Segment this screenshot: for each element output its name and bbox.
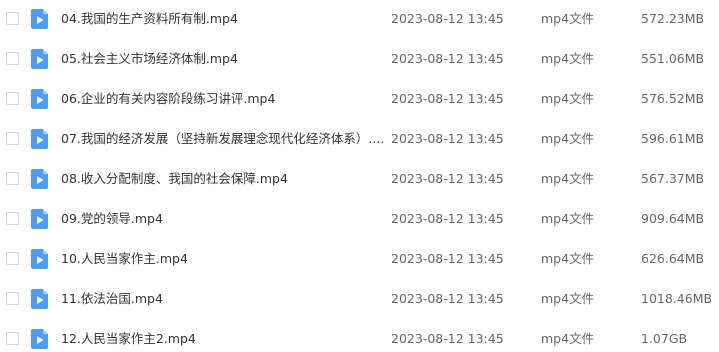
file-modified-date: 2023-08-12 13:45: [391, 291, 504, 306]
file-size: 1018.46MB: [641, 291, 713, 306]
file-name[interactable]: 06.企业的有关内容阶段练习讲评.mp4: [61, 79, 275, 119]
file-row[interactable]: 07.我国的经济发展（坚持新发展理念现代化经济体系）.... 2023-08-12…: [0, 119, 719, 159]
video-file-icon: [31, 329, 48, 349]
file-name[interactable]: 07.我国的经济发展（坚持新发展理念现代化经济体系）....: [61, 119, 384, 159]
video-file-icon: [31, 129, 48, 149]
video-file-icon: [31, 289, 48, 309]
file-checkbox[interactable]: [6, 172, 19, 185]
file-size: 567.37MB: [641, 171, 705, 186]
file-row[interactable]: 12.人民当家作主2.mp4 2023-08-12 13:45 mp4文件 1.07G…: [0, 319, 719, 352]
file-checkbox[interactable]: [6, 212, 19, 225]
file-name[interactable]: 08.收入分配制度、我国的社会保障.mp4: [61, 159, 288, 199]
file-row[interactable]: 10.人民当家作主.mp4 2023-08-12 13:45 mp4文件 626.64…: [0, 239, 719, 279]
file-name[interactable]: 09.党的领导.mp4: [61, 199, 163, 239]
file-size: 572.23MB: [641, 11, 705, 26]
file-type: mp4文件: [541, 211, 595, 226]
video-file-icon: [31, 49, 48, 69]
file-modified-date: 2023-08-12 13:45: [391, 131, 504, 146]
file-modified-date: 2023-08-12 13:45: [391, 171, 504, 186]
file-name[interactable]: 05.社会主义市场经济体制.mp4: [61, 39, 238, 79]
file-type: mp4文件: [541, 51, 595, 66]
file-size: 596.61MB: [641, 131, 705, 146]
file-name[interactable]: 11.依法治国.mp4: [61, 279, 163, 319]
file-type: mp4文件: [541, 251, 595, 266]
file-type: mp4文件: [541, 91, 595, 106]
video-file-icon: [31, 89, 48, 109]
file-checkbox[interactable]: [6, 52, 19, 65]
file-type: mp4文件: [541, 131, 595, 146]
file-row[interactable]: 08.收入分配制度、我国的社会保障.mp4 2023-08-12 13:45 mp4…: [0, 159, 719, 199]
file-row[interactable]: 05.社会主义市场经济体制.mp4 2023-08-12 13:45 mp4文件 55…: [0, 39, 719, 79]
file-type: mp4文件: [541, 291, 595, 306]
file-size: 626.64MB: [641, 251, 705, 266]
video-file-icon: [31, 9, 48, 29]
file-checkbox[interactable]: [6, 252, 19, 265]
file-row[interactable]: 09.党的领导.mp4 2023-08-12 13:45 mp4文件 909.64MB: [0, 199, 719, 239]
file-row[interactable]: 11.依法治国.mp4 2023-08-12 13:45 mp4文件 1018.46M…: [0, 279, 719, 319]
file-row[interactable]: 04.我国的生产资料所有制.mp4 2023-08-12 13:45 mp4文件 57…: [0, 0, 719, 39]
video-file-icon: [31, 209, 48, 229]
file-size: 909.64MB: [641, 211, 705, 226]
file-list: 04.我国的生产资料所有制.mp4 2023-08-12 13:45 mp4文件 57…: [0, 0, 719, 352]
file-modified-date: 2023-08-12 13:45: [391, 11, 504, 26]
file-modified-date: 2023-08-12 13:45: [391, 51, 504, 66]
file-type: mp4文件: [541, 331, 595, 346]
file-row[interactable]: 06.企业的有关内容阶段练习讲评.mp4 2023-08-12 13:45 mp4文…: [0, 79, 719, 119]
file-type: mp4文件: [541, 171, 595, 186]
file-modified-date: 2023-08-12 13:45: [391, 251, 504, 266]
file-name[interactable]: 12.人民当家作主2.mp4: [61, 319, 196, 352]
video-file-icon: [31, 169, 48, 189]
file-name[interactable]: 10.人民当家作主.mp4: [61, 239, 188, 279]
file-checkbox[interactable]: [6, 292, 19, 305]
file-checkbox[interactable]: [6, 132, 19, 145]
file-checkbox[interactable]: [6, 92, 19, 105]
file-name[interactable]: 04.我国的生产资料所有制.mp4: [61, 0, 238, 39]
file-size: 576.52MB: [641, 91, 705, 106]
file-type: mp4文件: [541, 11, 595, 26]
file-checkbox[interactable]: [6, 12, 19, 25]
file-modified-date: 2023-08-12 13:45: [391, 91, 504, 106]
file-checkbox[interactable]: [6, 332, 19, 345]
file-size: 1.07GB: [641, 331, 688, 346]
file-modified-date: 2023-08-12 13:45: [391, 331, 504, 346]
file-size: 551.06MB: [641, 51, 705, 66]
file-modified-date: 2023-08-12 13:45: [391, 211, 504, 226]
video-file-icon: [31, 249, 48, 269]
